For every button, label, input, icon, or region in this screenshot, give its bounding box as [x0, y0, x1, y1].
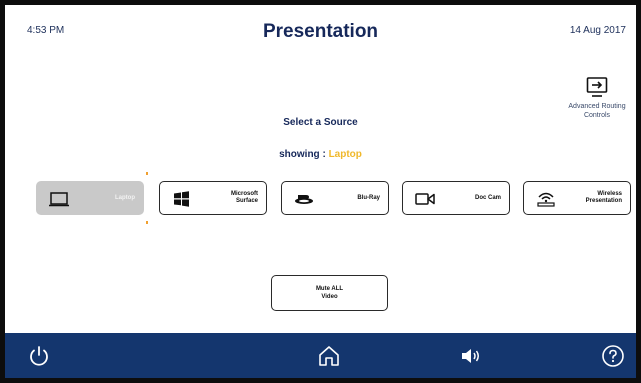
mute-all-video-label: Mute ALL Video	[315, 286, 344, 300]
source-button-microsoft-surface[interactable]: Microsoft Surface	[159, 181, 267, 215]
windows-icon	[174, 191, 189, 207]
source-label: Laptop	[115, 194, 135, 201]
home-icon	[319, 345, 339, 366]
showing-status: showing : Laptop	[5, 149, 636, 160]
source-button-bluray[interactable]: Blu-Ray	[281, 181, 389, 215]
touch-panel: 4:53 PM Presentation 14 Aug 2017 Advance…	[5, 5, 636, 378]
select-source-heading: Select a Source	[283, 117, 358, 128]
source-label: Microsoft Surface	[231, 191, 258, 204]
video-camera-icon	[415, 193, 435, 205]
source-label: Doc Cam	[474, 194, 501, 201]
selection-marker-top	[146, 172, 148, 175]
help-icon	[602, 344, 624, 367]
advanced-routing-button[interactable]: Advanced Routing Controls	[560, 76, 634, 120]
page-title: Presentation	[262, 21, 379, 42]
showing-prefix: showing :	[279, 149, 329, 160]
screen-routing-icon	[586, 77, 608, 97]
source-label: Blu-Ray	[357, 194, 380, 201]
source-button-laptop[interactable]: Laptop	[36, 181, 144, 215]
source-label: Wireless Presentation	[585, 191, 622, 204]
selection-marker-bottom	[146, 221, 148, 224]
source-button-wireless-presentation[interactable]: Wireless Presentation	[523, 181, 631, 215]
mute-all-video-button[interactable]: Mute ALL Video	[271, 275, 388, 311]
advanced-routing-label-line1: Advanced Routing	[568, 103, 626, 110]
source-button-doc-cam[interactable]: Doc Cam	[402, 181, 510, 215]
volume-button[interactable]	[451, 333, 491, 378]
laptop-icon	[49, 192, 69, 207]
home-button[interactable]	[309, 333, 349, 378]
footer-bar	[5, 333, 636, 378]
volume-icon	[462, 348, 479, 363]
showing-value: Laptop	[328, 149, 362, 160]
wireless-presentation-icon	[537, 192, 555, 207]
power-icon	[30, 345, 48, 366]
help-button[interactable]	[593, 333, 633, 378]
bluray-icon	[295, 195, 313, 204]
power-button[interactable]	[19, 333, 59, 378]
current-date: 14 Aug 2017	[569, 25, 626, 36]
